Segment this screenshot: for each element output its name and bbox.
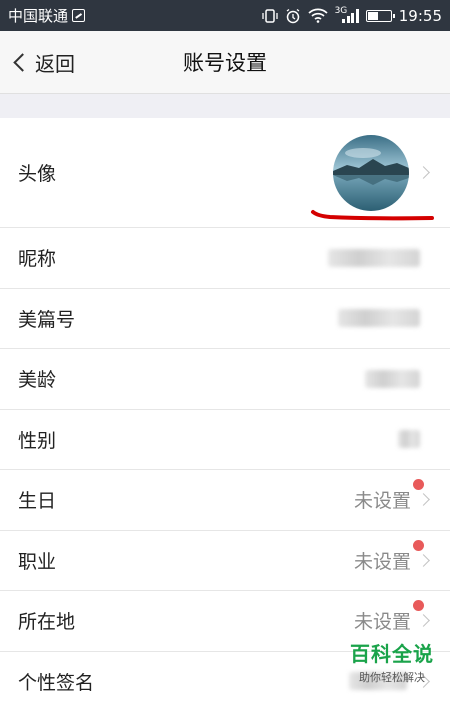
cell-signal-icon: 3G: [334, 5, 359, 23]
row-avatar[interactable]: 头像: [0, 118, 450, 228]
blurred-value: [338, 309, 420, 328]
carrier-info: 中国联通: [8, 5, 262, 26]
section-gap: [0, 94, 450, 118]
alarm-icon: [285, 8, 301, 24]
annotation-underline: [311, 210, 434, 221]
row-gender[interactable]: 性别: [0, 409, 450, 470]
settings-list: 头像 昵称 美篇号 美龄 性别 生日 未设置 职业 未设置 所在地 未设置 个性…: [0, 118, 450, 711]
avatar: [333, 134, 409, 211]
chevron-right-icon: [417, 614, 430, 628]
back-button[interactable]: 返回: [12, 31, 75, 94]
chevron-right-icon: [417, 553, 430, 567]
chevron-left-icon: [13, 53, 32, 72]
wifi-icon: [307, 8, 328, 23]
row-meipian-id[interactable]: 美篇号: [0, 288, 450, 349]
battery-icon: [365, 9, 395, 22]
blurred-value: [365, 369, 420, 388]
row-birthday[interactable]: 生日 未设置: [0, 470, 450, 531]
vibrate-icon: [261, 8, 278, 24]
watermark-subtitle: 助你轻松解决: [359, 671, 425, 684]
chevron-right-icon: [417, 166, 430, 179]
row-label: 生日: [18, 490, 57, 513]
battery-level: [367, 11, 378, 20]
row-label: 所在地: [18, 611, 76, 634]
row-value: 未设置: [353, 611, 411, 634]
row-label: 职业: [18, 550, 57, 573]
network-type: 3G: [334, 5, 348, 16]
row-nickname[interactable]: 昵称: [0, 228, 450, 289]
row-value: 未设置: [353, 550, 411, 573]
row-meiling[interactable]: 美龄: [0, 349, 450, 410]
row-label: 个性签名: [18, 671, 95, 694]
row-label: 昵称: [18, 248, 57, 271]
sim-icon: [72, 9, 86, 22]
row-label: 美篇号: [18, 308, 76, 331]
status-icons: 3G 19:55: [261, 5, 442, 25]
back-label: 返回: [35, 52, 75, 76]
new-dot-badge: [413, 539, 424, 551]
clock: 19:55: [398, 6, 442, 25]
row-label: 头像: [18, 163, 57, 185]
new-dot-badge: [413, 600, 424, 611]
row-value: 未设置: [353, 490, 411, 513]
blurred-value: [398, 430, 420, 449]
nav-bar: 返回 账号设置: [0, 31, 450, 94]
watermark-logo: 百科全说 助你轻松解决: [350, 638, 434, 685]
status-bar: 中国联通 3G 19:55: [0, 0, 450, 31]
carrier-name: 中国联通: [8, 7, 69, 25]
new-dot-badge: [413, 479, 424, 490]
blurred-value: [328, 248, 420, 267]
row-label: 美龄: [18, 369, 57, 392]
chevron-right-icon: [417, 493, 430, 507]
row-label: 性别: [18, 429, 57, 452]
watermark-title: 百科全说: [350, 642, 434, 666]
row-occupation[interactable]: 职业 未设置: [0, 530, 450, 591]
